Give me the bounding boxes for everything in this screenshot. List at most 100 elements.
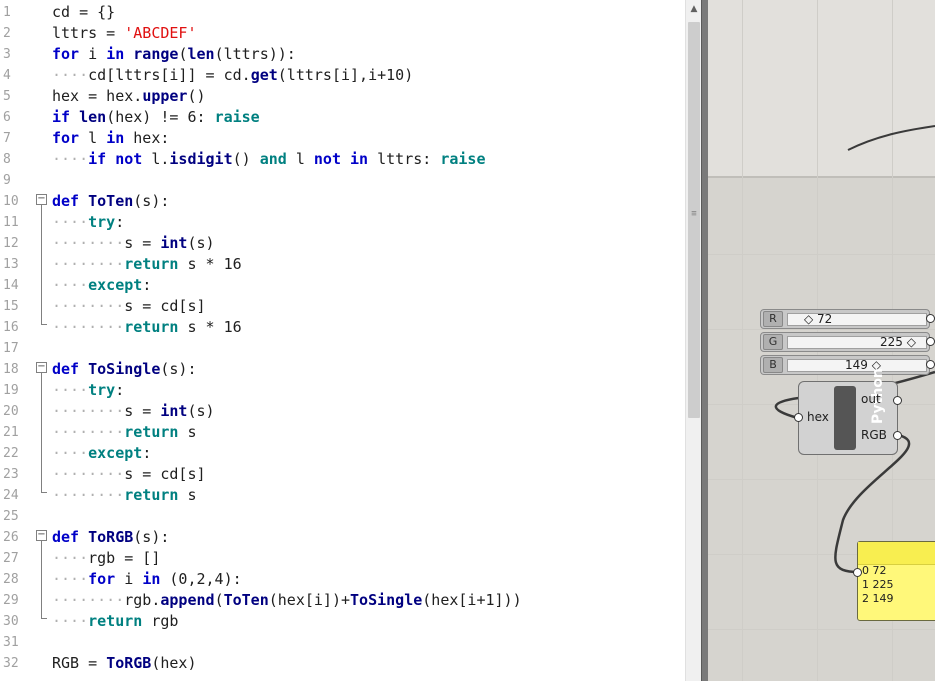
scroll-grip-icon: ≡ — [691, 209, 697, 219]
slider-output-grip[interactable] — [926, 360, 935, 369]
input-param-hex[interactable]: hex — [807, 410, 829, 424]
editor-scrollbar[interactable]: ▲ ≡ — [685, 0, 702, 681]
code-line[interactable]: ········return s — [52, 422, 197, 443]
line-number: 22 — [3, 446, 19, 461]
code-line[interactable]: for l in hex: — [52, 128, 169, 149]
slider-b[interactable]: B 149 ◇ — [760, 355, 935, 375]
code-token: (s) — [187, 234, 215, 252]
code-token: in — [142, 570, 161, 588]
code-token: : — [142, 444, 152, 462]
input-grip[interactable] — [794, 413, 803, 422]
slider-value[interactable]: ◇ 72 — [804, 313, 832, 325]
panel-row: 1 225 — [862, 578, 894, 591]
output-param-out[interactable]: out — [861, 392, 881, 406]
panel-row-value: 72 — [872, 564, 887, 577]
panel-row: 0 72 — [862, 564, 887, 577]
panel-input-grip[interactable] — [853, 568, 862, 577]
fold-toggle-ToSingle[interactable]: − — [36, 362, 47, 373]
code-token: (0,2,4): — [160, 570, 242, 588]
code-line[interactable]: ········s = cd[s] — [52, 464, 206, 485]
line-number: 31 — [3, 635, 19, 650]
indent-guide: ···· — [52, 381, 89, 399]
line-number: 10 — [3, 194, 19, 209]
line-number: 4 — [3, 68, 11, 83]
code-token: raise — [440, 150, 486, 168]
code-line[interactable]: ····try: — [52, 212, 124, 233]
python-component[interactable]: hex Python out RGB — [794, 368, 902, 455]
indent-guide: ········ — [52, 255, 125, 273]
code-line[interactable]: RGB = ToRGB(hex) — [52, 653, 197, 674]
scroll-thumb[interactable]: ≡ — [688, 22, 700, 418]
code-line[interactable]: def ToRGB(s): — [52, 527, 169, 548]
background-wire — [847, 125, 935, 151]
output-grip-out[interactable] — [893, 396, 902, 405]
indent-guide: ········ — [52, 402, 125, 420]
line-number: 17 — [3, 341, 19, 356]
line-number: 13 — [3, 257, 19, 272]
code-token: 'ABCDEF' — [124, 24, 197, 42]
code-line[interactable]: ····except: — [52, 443, 151, 464]
code-token: for — [52, 45, 80, 63]
code-token: isdigit — [169, 150, 233, 168]
code-line[interactable]: cd = {} — [52, 2, 115, 23]
code-line[interactable]: ········return s — [52, 485, 197, 506]
line-number: 6 — [3, 110, 11, 125]
panel-row-value: 149 — [872, 592, 894, 605]
output-panel[interactable]: 0 72 1 225 2 149 — [853, 541, 935, 621]
line-number: 19 — [3, 383, 19, 398]
scroll-up-arrow-icon[interactable]: ▲ — [686, 0, 702, 18]
code-token: (hex[i+1])) — [422, 591, 522, 609]
slider-r[interactable]: R ◇ 72 — [760, 309, 935, 329]
code-line[interactable]: ····except: — [52, 275, 151, 296]
code-line[interactable]: if len(hex) != 6: raise — [52, 107, 260, 128]
fold-toggle-ToRGB[interactable]: − — [36, 530, 47, 541]
line-number: 14 — [3, 278, 19, 293]
code-line[interactable]: for i in range(len(lttrs)): — [52, 44, 296, 65]
code-line[interactable]: ····try: — [52, 380, 124, 401]
code-editor[interactable]: 1 2 3 4 5 6 7 8 9 10 11 12 13 14 15 16 17 18 19 20 21 22 23 24 2… — [0, 0, 685, 681]
code-line[interactable]: ····if not l.isdigit() and l not in lttr… — [52, 149, 486, 170]
grasshopper-canvas[interactable]: R ◇ 72 G 225 ◇ B 149 ◇ hex Python out RGB 0 7… — [708, 0, 935, 681]
code-token: s — [178, 423, 197, 441]
line-number: 2 — [3, 26, 11, 41]
code-token: not — [115, 150, 143, 168]
slider-value[interactable]: 225 ◇ — [880, 336, 916, 348]
code-line[interactable]: hex = hex.upper() — [52, 86, 206, 107]
slider-output-grip[interactable] — [926, 314, 935, 323]
code-line[interactable]: ····for i in (0,2,4): — [52, 569, 242, 590]
code-line[interactable]: ········s = int(s) — [52, 233, 215, 254]
code-line[interactable]: ········return s * 16 — [52, 317, 242, 338]
code-line[interactable]: ········s = cd[s] — [52, 296, 206, 317]
code-line[interactable]: ········rgb.append(ToTen(hex[i])+ToSingl… — [52, 590, 522, 611]
code-line[interactable]: ········s = int(s) — [52, 401, 215, 422]
code-line[interactable]: ····return rgb — [52, 611, 178, 632]
indent-guide: ········ — [52, 234, 125, 252]
code-token: return — [124, 486, 179, 504]
slider-g[interactable]: G 225 ◇ — [760, 332, 935, 352]
output-grip-rgb[interactable] — [893, 431, 902, 440]
slider-track[interactable]: 225 ◇ — [787, 336, 927, 349]
code-line[interactable]: lttrs = 'ABCDEF' — [52, 23, 197, 44]
code-token: except — [88, 276, 143, 294]
code-line[interactable]: ····cd[lttrs[i]] = cd.get(lttrs[i],i+10) — [52, 65, 413, 86]
code-line[interactable]: def ToSingle(s): — [52, 359, 197, 380]
indent-guide: ········ — [52, 423, 125, 441]
code-token: s * 16 — [178, 255, 242, 273]
slider-output-grip[interactable] — [926, 337, 935, 346]
line-number: 25 — [3, 509, 19, 524]
line-number: 30 — [3, 614, 19, 629]
slider-track[interactable]: 149 ◇ — [787, 359, 927, 372]
code-line[interactable]: ········return s * 16 — [52, 254, 242, 275]
panel-row-index: 0 — [862, 564, 869, 577]
line-number: 9 — [3, 173, 11, 188]
fold-toggle-ToTen[interactable]: − — [36, 194, 47, 205]
output-param-rgb[interactable]: RGB — [861, 428, 887, 442]
line-number: 1 — [3, 5, 11, 20]
slider-track[interactable]: ◇ 72 — [787, 313, 927, 326]
code-line[interactable]: def ToTen(s): — [52, 191, 169, 212]
code-line[interactable]: ····rgb = [] — [52, 548, 160, 569]
code-token: in — [106, 129, 125, 147]
code-token: cd[lttrs[i]] = cd. — [88, 66, 251, 84]
